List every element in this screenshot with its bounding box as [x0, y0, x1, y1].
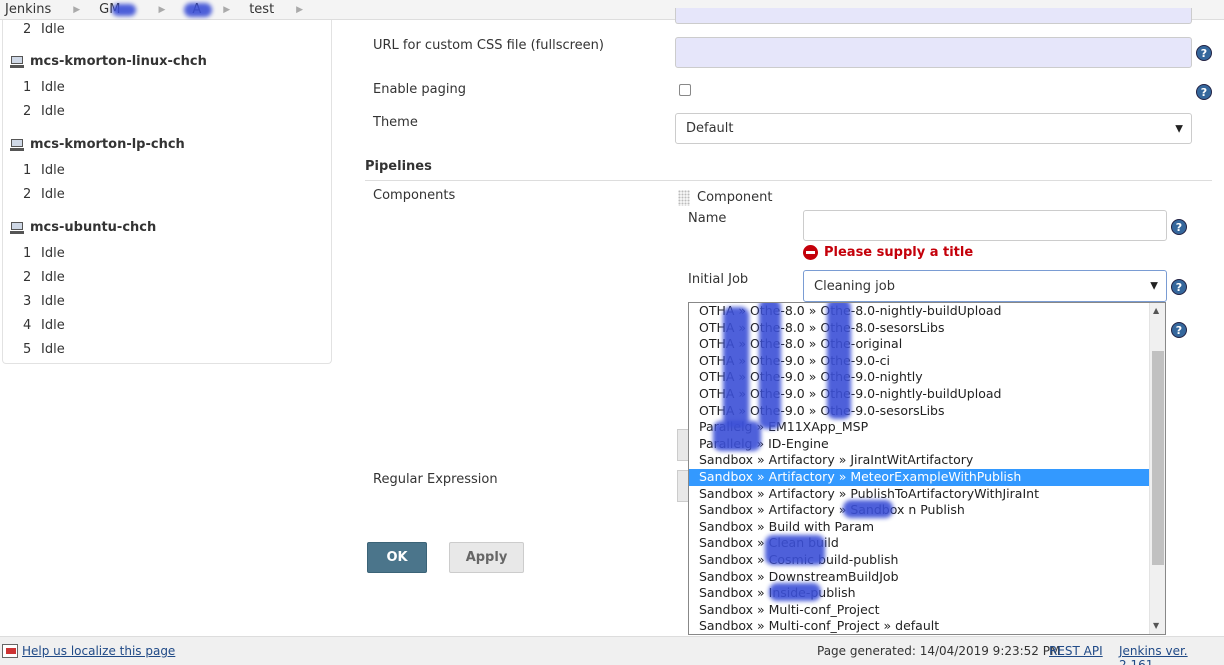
redaction-mark: [184, 2, 213, 17]
chevron-right-icon: ▶: [223, 4, 231, 15]
scroll-down-icon[interactable]: ▼: [1153, 621, 1159, 630]
redaction-mark: [713, 421, 761, 451]
section-divider: [365, 180, 1212, 181]
ok-button[interactable]: OK: [367, 542, 427, 573]
computer-icon: [10, 138, 24, 151]
dropdown-option[interactable]: Sandbox » DownstreamBuildJob: [689, 569, 1150, 586]
enable-paging-label: Enable paging: [373, 82, 466, 97]
redaction-mark: [759, 303, 781, 429]
page-footer: Help us localize this page Page generate…: [0, 636, 1224, 665]
previous-field-input[interactable]: [675, 8, 1192, 24]
dropdown-option[interactable]: Sandbox » Build with Param: [689, 519, 1150, 536]
help-icon[interactable]: ?: [1196, 84, 1212, 100]
chevron-right-icon: ▶: [158, 4, 166, 15]
computer-mcs-ubuntu-chch[interactable]: mcs-ubuntu-chch: [10, 220, 156, 235]
dropdown-arrow-icon: ▼: [1175, 123, 1183, 134]
dropdown-option[interactable]: Sandbox » Inside-publish: [689, 585, 1150, 602]
pipelines-section-title: Pipelines: [365, 159, 432, 174]
dropdown-option[interactable]: Sandbox » Artifactory » JiraIntWitArtifa…: [689, 452, 1150, 469]
redaction-mark: [112, 3, 137, 16]
dropdown-option[interactable]: Sandbox » Artifactory » Sandbox n Publis…: [689, 502, 1150, 519]
name-error-message: Please supply a title: [803, 245, 973, 260]
page-generated-text: Page generated: 14/04/2019 9:23:52 PM: [817, 644, 1061, 658]
computer-icon: [10, 55, 24, 68]
help-icon[interactable]: ?: [1196, 45, 1212, 61]
theme-select[interactable]: Default ▼: [675, 113, 1192, 144]
dropdown-option[interactable]: Sandbox » Multi-conf_Project » default: [689, 618, 1150, 634]
initial-job-select[interactable]: Cleaning job ▼: [803, 270, 1167, 302]
redaction-mark: [827, 303, 851, 419]
computer-mcs-kmorton-linux-chch[interactable]: mcs-kmorton-linux-chch: [10, 54, 207, 69]
jenkins-version-link[interactable]: Jenkins ver. 2.161: [1119, 644, 1224, 665]
components-label: Components: [373, 188, 456, 203]
computer-mcs-kmorton-lp-chch[interactable]: mcs-kmorton-lp-chch: [10, 137, 185, 152]
grip-icon[interactable]: [678, 190, 690, 206]
executor-row[interactable]: 4 Idle: [23, 318, 65, 333]
dropdown-option[interactable]: Sandbox » Multi-conf_Project: [689, 602, 1150, 619]
breadcrumb-item-test[interactable]: test: [244, 2, 280, 17]
help-icon[interactable]: ?: [1171, 279, 1187, 295]
dropdown-option[interactable]: Sandbox » Clean build: [689, 535, 1150, 552]
component-name-input[interactable]: [803, 210, 1167, 241]
chevron-right-icon: ▶: [73, 4, 81, 15]
component-heading: Component: [697, 190, 773, 205]
localize-link[interactable]: Help us localize this page: [22, 644, 175, 658]
dropdown-option-selected[interactable]: Sandbox » Artifactory » MeteorExampleWit…: [689, 469, 1150, 486]
css-url-label: URL for custom CSS file (fullscreen): [373, 38, 604, 53]
apply-button[interactable]: Apply: [449, 542, 524, 573]
error-icon: [803, 245, 818, 260]
breadcrumb-item-subfolder[interactable]: A: [179, 2, 213, 17]
redaction-mark: [723, 307, 749, 427]
executor-row[interactable]: 1 Idle: [23, 246, 65, 261]
executor-row[interactable]: 2 Idle: [23, 104, 65, 119]
scrollbar-thumb[interactable]: [1152, 351, 1164, 565]
rest-api-link[interactable]: REST API: [1049, 644, 1103, 658]
regex-label: Regular Expression: [373, 472, 498, 487]
build-executor-status-panel: 2 Idle mcs-kmorton-linux-chch 1 Idle 2 Idle…: [2, 20, 332, 364]
dropdown-arrow-icon: ▼: [1150, 280, 1158, 292]
redaction-mark: [769, 583, 821, 601]
redaction-mark: [843, 500, 893, 518]
dropdown-option[interactable]: Sandbox » Cosmic build-publish: [689, 552, 1150, 569]
chevron-right-icon: ▶: [296, 4, 304, 15]
executor-row[interactable]: 5 Idle: [23, 342, 65, 357]
scroll-up-icon[interactable]: ▲: [1153, 306, 1159, 315]
executor-row[interactable]: 3 Idle: [23, 294, 65, 309]
breadcrumb-item-jenkins[interactable]: Jenkins: [0, 2, 57, 17]
executor-row[interactable]: 1 Idle: [23, 80, 65, 95]
breadcrumb-item-folder[interactable]: GM: [94, 2, 142, 17]
help-icon[interactable]: ?: [1171, 322, 1187, 338]
executor-row[interactable]: 1 Idle: [23, 163, 65, 178]
computer-icon: [10, 221, 24, 234]
dropdown-scrollbar[interactable]: ▲ ▼: [1149, 303, 1165, 634]
initial-job-label: Initial Job: [688, 272, 749, 287]
component-name-label: Name: [688, 211, 727, 226]
dropdown-option[interactable]: Sandbox » Artifactory » PublishToArtifac…: [689, 486, 1150, 503]
help-icon[interactable]: ?: [1171, 219, 1187, 235]
enable-paging-checkbox[interactable]: [679, 84, 691, 96]
theme-label: Theme: [373, 115, 418, 130]
executor-row[interactable]: 2 Idle: [23, 22, 65, 37]
css-url-input[interactable]: [675, 37, 1192, 68]
localize-icon: [2, 644, 18, 658]
redaction-mark: [765, 535, 825, 565]
executor-row[interactable]: 2 Idle: [23, 187, 65, 202]
executor-row[interactable]: 2 Idle: [23, 270, 65, 285]
initial-job-dropdown-list[interactable]: OTHA » Othe-8.0 » Othe-8.0-nightly-build…: [688, 302, 1166, 635]
